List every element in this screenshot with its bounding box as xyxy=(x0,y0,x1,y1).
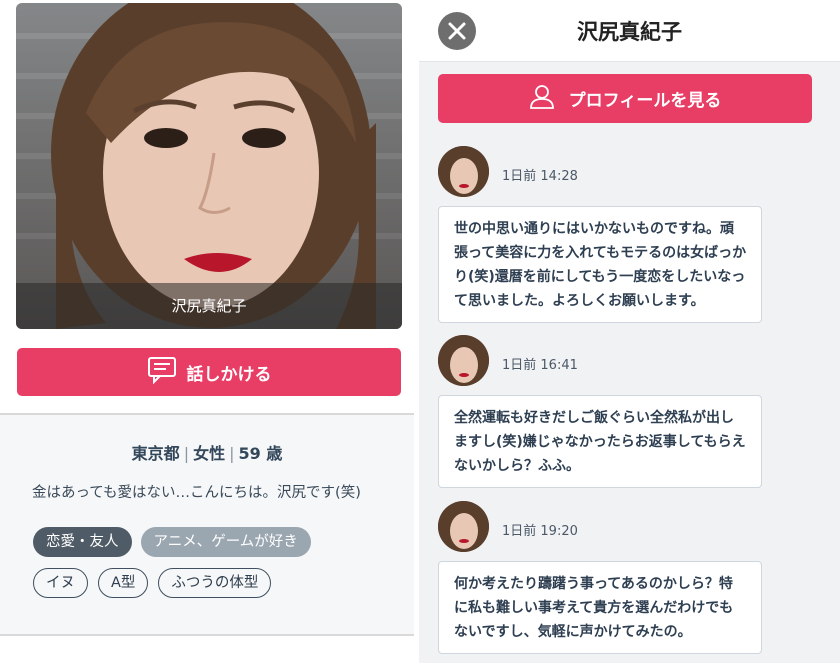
message-bubble: 何か考えたり躊躇う事ってあるのかしら？特 に私も難しい事考えて貴方を選んだわけで… xyxy=(438,561,762,654)
divider xyxy=(0,634,414,636)
message-avatar[interactable] xyxy=(438,501,489,552)
secondary-tags: イヌ A型 ふつうの体型 xyxy=(33,568,272,598)
tag-pet: イヌ xyxy=(33,568,88,598)
message-bubble: 全然運転も好きだしご飯ぐらい全然私が出し ますし(笑)嫌じゃなかったらお返事して… xyxy=(438,395,762,488)
photo-name-label: 沢尻真紀子 xyxy=(16,283,402,329)
chat-title: 沢尻真紀子 xyxy=(577,20,682,44)
profile-photo[interactable]: 沢尻真紀子 xyxy=(16,3,402,329)
message-avatar[interactable] xyxy=(438,335,489,386)
message-avatar[interactable] xyxy=(438,146,489,197)
message-line: に私も難しい事考えて貴方を選んだわけでも xyxy=(454,600,734,616)
primary-tags: 恋愛・友人 アニメ、ゲームが好き xyxy=(33,527,311,557)
message-line: 世の中思い通りにはいかないものですね。頑 xyxy=(454,221,734,237)
message-line: て思いました。よろしくお願いします。 xyxy=(454,293,705,309)
talk-button-label: 話しかける xyxy=(186,364,272,385)
profile-panel: 沢尻真紀子 話しかける 東京都 | 女性 | 59 歳 金はあっても愛はない…こんにちは… xyxy=(0,0,416,663)
profile-location: 東京都 xyxy=(131,444,180,463)
message-line: ないかしら？ふふ。 xyxy=(454,458,580,474)
tag-blood-type: A型 xyxy=(98,568,149,598)
profile-gender: 女性 xyxy=(193,444,226,463)
profile-bio: 金はあっても愛はない…こんにちは。沢尻です(笑) xyxy=(32,485,361,501)
person-icon xyxy=(529,83,555,114)
profile-age: 59 歳 xyxy=(238,444,283,463)
portrait-image xyxy=(16,3,402,329)
chat-panel: 沢尻真紀子 プロフィールを見る 1日前 14:28 世の中思い通りにはいかないも… xyxy=(419,0,840,663)
profile-summary: 東京都 | 女性 | 59 歳 xyxy=(131,444,283,463)
speech-bubble-icon xyxy=(147,356,177,389)
message-line: 全然運転も好きだしご飯ぐらい全然私が出し xyxy=(454,410,734,426)
message-line: ますし(笑)嫌じゃなかったらお返事してもらえ xyxy=(454,434,746,450)
view-profile-button[interactable]: プロフィールを見る xyxy=(438,74,812,123)
message-line: 張って美容に力を入れてもモテるのは女ばっか xyxy=(454,245,747,261)
chat-header: 沢尻真紀子 xyxy=(419,0,840,62)
message-bubble: 世の中思い通りにはいかないものですね。頑 張って美容に力を入れてもモテるのは女ば… xyxy=(438,206,762,323)
message-line: ないですし、気軽に声かけてみたの。 xyxy=(454,624,692,640)
tag-hobby: アニメ、ゲームが好き xyxy=(140,527,311,557)
message-time: 1日前 14:28 xyxy=(502,169,578,184)
talk-button[interactable]: 話しかける xyxy=(17,348,401,396)
message-time: 1日前 19:20 xyxy=(502,524,578,539)
tag-purpose: 恋愛・友人 xyxy=(33,527,132,557)
view-profile-label: プロフィールを見る xyxy=(568,91,722,111)
message-line: り(笑)還暦を前にしてもう一度恋をしたいなっ xyxy=(454,269,746,285)
tag-body-type: ふつうの体型 xyxy=(158,568,272,598)
message-line: 何か考えたり躊躇う事ってあるのかしら？特 xyxy=(454,576,733,592)
message-time: 1日前 16:41 xyxy=(502,358,578,373)
